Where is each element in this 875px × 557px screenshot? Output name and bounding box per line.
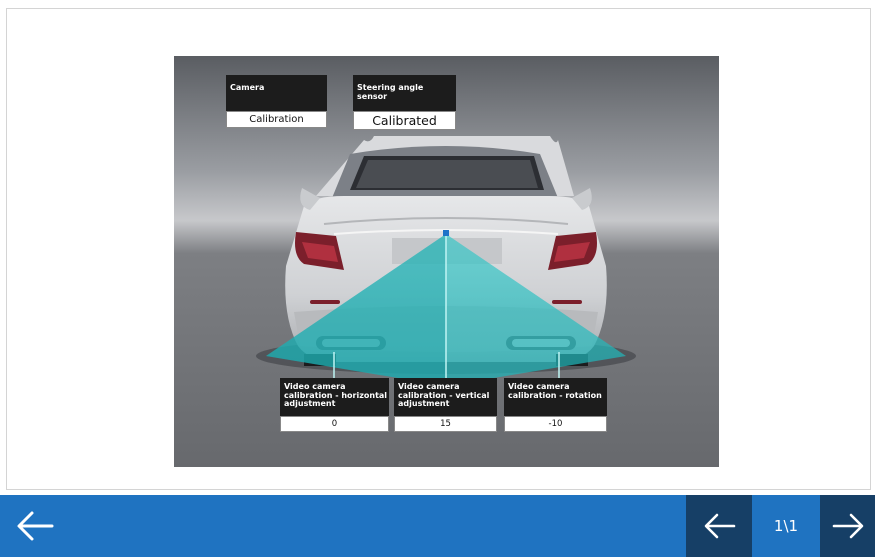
steering-sensor-value: Calibrated xyxy=(353,111,456,130)
camera-value: Calibration xyxy=(226,111,327,128)
back-button[interactable] xyxy=(14,507,56,545)
vertical-adjustment-box: Video camera calibration - vertical adju… xyxy=(394,378,497,432)
rotation-label: Video camera calibration - rotation xyxy=(508,382,602,400)
steering-sensor-label: Steering angle sensor xyxy=(357,83,424,101)
camera-status-box: Camera Calibration xyxy=(226,75,327,128)
horizontal-adjustment-box: Video camera calibration - horizontal ad… xyxy=(280,378,389,432)
vertical-adjustment-label: Video camera calibration - vertical adju… xyxy=(398,382,490,408)
page-indicator: 1\1 xyxy=(773,517,799,535)
rotation-box: Video camera calibration - rotation -10 xyxy=(504,378,607,432)
camera-calibration-illustration: Camera Calibration Steering angle sensor… xyxy=(174,56,719,467)
rotation-value: -10 xyxy=(504,416,607,432)
next-page-button[interactable] xyxy=(820,495,875,557)
vertical-adjustment-value: 15 xyxy=(394,416,497,432)
arrow-right-icon xyxy=(832,513,864,539)
horizontal-adjustment-label: Video camera calibration - horizontal ad… xyxy=(284,382,388,408)
bottom-navigation-bar: 1\1 xyxy=(0,495,875,557)
camera-label: Camera xyxy=(230,83,265,92)
previous-page-button[interactable] xyxy=(686,495,752,557)
arrow-left-icon xyxy=(17,511,54,541)
steering-sensor-status-box: Steering angle sensor Calibrated xyxy=(353,75,456,130)
arrow-left-icon xyxy=(704,513,736,539)
horizontal-adjustment-value: 0 xyxy=(280,416,389,432)
